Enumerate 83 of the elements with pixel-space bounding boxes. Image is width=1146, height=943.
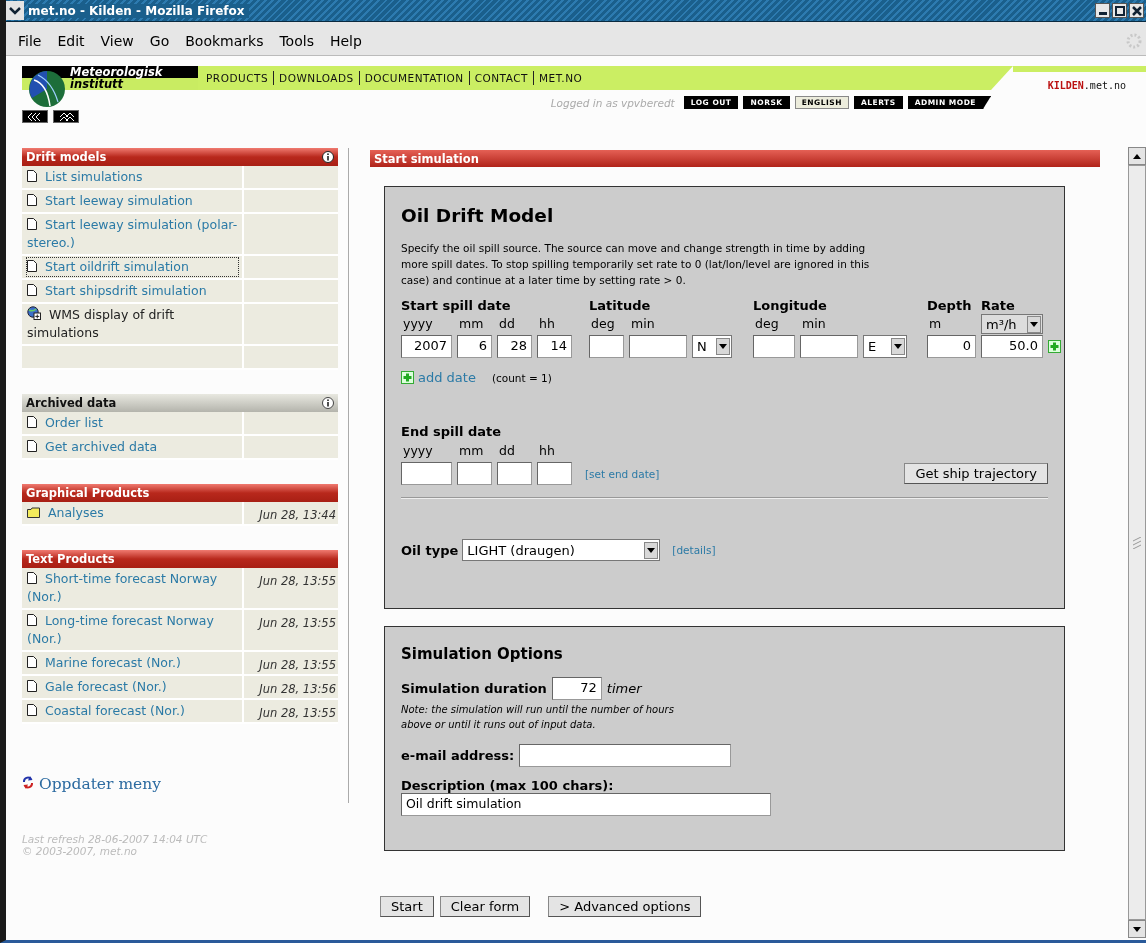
date-input[interactable]: 14 [537,335,572,358]
field-label: Start spill date [401,298,512,313]
date-input[interactable]: 28 [497,335,532,358]
sidebar-link[interactable]: Short-time forecast Norway (Nor.) [26,569,239,607]
unit-label: hh [538,315,556,333]
rate-input[interactable]: 50.0 [981,335,1043,358]
menu-item[interactable]: Edit [49,32,93,49]
hemisphere-dropdown[interactable]: N [692,335,732,358]
sidebar-link[interactable]: Analyses [26,503,239,523]
unit-label: yyyy [402,315,434,333]
footer-text: © 2003-2007, met.no [22,845,138,857]
unit-dropdown[interactable]: m³/h [981,314,1043,334]
logo-text: Meteorologisk [70,66,163,78]
unit-label: min [630,315,656,333]
unit-label: dd [498,442,516,460]
section-title: Start simulation [374,151,479,166]
unit-label: dd [498,315,516,333]
nav-link[interactable]: CONTACT [474,72,528,84]
nav-link[interactable]: PRODUCTS [206,72,269,84]
field-label: Depth [927,298,973,313]
section-title: Archived data [26,396,117,410]
footer-text: Last refresh 28-06-2007 14:04 UTC [22,833,209,845]
count-text: (count = 1) [491,371,552,384]
duration-input[interactable]: 72 [551,677,602,700]
timestamp: Jun 28, 13:44 [259,508,336,522]
menu-item[interactable]: Go [141,32,178,49]
unit-label: deg [754,315,780,333]
oil-type-dropdown[interactable]: LIGHT (draugen) [462,539,661,561]
ship-trajectory-button[interactable]: Get ship trajectory [904,463,1048,484]
form-button[interactable]: Start [380,896,434,917]
form-button[interactable]: > Advanced options [548,896,702,917]
sidebar-link[interactable]: Gale forecast (Nor.) [26,677,239,697]
date-input[interactable]: 2007 [401,335,452,358]
refresh-menu-link[interactable]: Oppdater meny [22,775,161,793]
unit-label: min [801,315,827,333]
logo-text: institutt [70,78,124,90]
timestamp: Jun 28, 13:55 [259,706,336,720]
sidebar-link[interactable]: Marine forecast (Nor.) [26,653,239,673]
menu-item[interactable]: View [92,32,142,49]
field-label: End spill date [401,424,501,439]
section-title: Graphical Products [26,486,150,500]
unit-label: mm [458,315,485,333]
panel-title: Oil Drift Model [401,205,555,226]
unit-label: timer [606,681,642,696]
site-logo-text: KILDEN.met.no [1046,80,1127,91]
window-title: met.no - Kilden - Mozilla Firefox [28,3,249,18]
menu-item[interactable]: File [10,32,50,49]
section-title: Drift models [26,150,107,164]
field-label: Oil type [401,542,459,558]
logged-in-text: Logged in as vpvberedt [550,96,675,109]
date-input[interactable]: 6 [457,335,492,358]
menu-item[interactable]: Tools [271,32,322,49]
depth-input[interactable]: 0 [927,335,976,358]
nav-link[interactable]: DOWNLOADS [279,72,354,84]
menu-item[interactable]: Bookmarks [177,32,272,49]
field-label: Description (max 100 chars): [401,778,615,793]
timestamp: Jun 28, 13:56 [259,682,336,696]
nav-link[interactable]: MET.NO [538,72,583,84]
timestamp: Jun 28, 13:55 [259,658,336,672]
field-label: Longitude [753,298,828,313]
description-text: Specify the oil spill source. The source can move and change strength in time by adding more spill dates. To stop spilling temporarily set rate to 0 (lat/lon/level are ignored in this case) and continue at a later time by setting rate > 0. [401,241,871,288]
unit-label: yyyy [402,442,434,460]
panel-title: Simulation Options [401,645,564,663]
unit-label: hh [538,442,556,460]
sidebar-link[interactable]: Coastal forecast (Nor.) [26,701,239,721]
note-text: Note: the simulation will run until the number of hours above or until it runs out of input data. [401,703,675,732]
timestamp: Jun 28, 13:55 [259,616,336,630]
nav-link[interactable]: DOCUMENTATION [364,72,464,84]
hemisphere-dropdown[interactable]: E [863,335,907,358]
menu-item[interactable]: Help [321,32,370,49]
unit-label: deg [590,315,616,333]
field-label: Rate [981,298,1016,313]
form-button[interactable]: Clear form [439,896,531,917]
unit-label: m [928,315,943,333]
section-title: Text Products [26,552,115,566]
field-label: Simulation duration [401,681,547,696]
unit-label: mm [458,442,485,460]
timestamp: Jun 28, 13:55 [259,574,336,588]
sidebar-link[interactable]: Long-time forecast Norway (Nor.) [26,611,239,649]
field-label: e-mail address: [401,748,515,763]
sidebar-link[interactable]: Start oildrift simulation [26,257,239,277]
field-label: Latitude [589,298,652,313]
description-input[interactable]: Oil drift simulation [401,793,771,816]
